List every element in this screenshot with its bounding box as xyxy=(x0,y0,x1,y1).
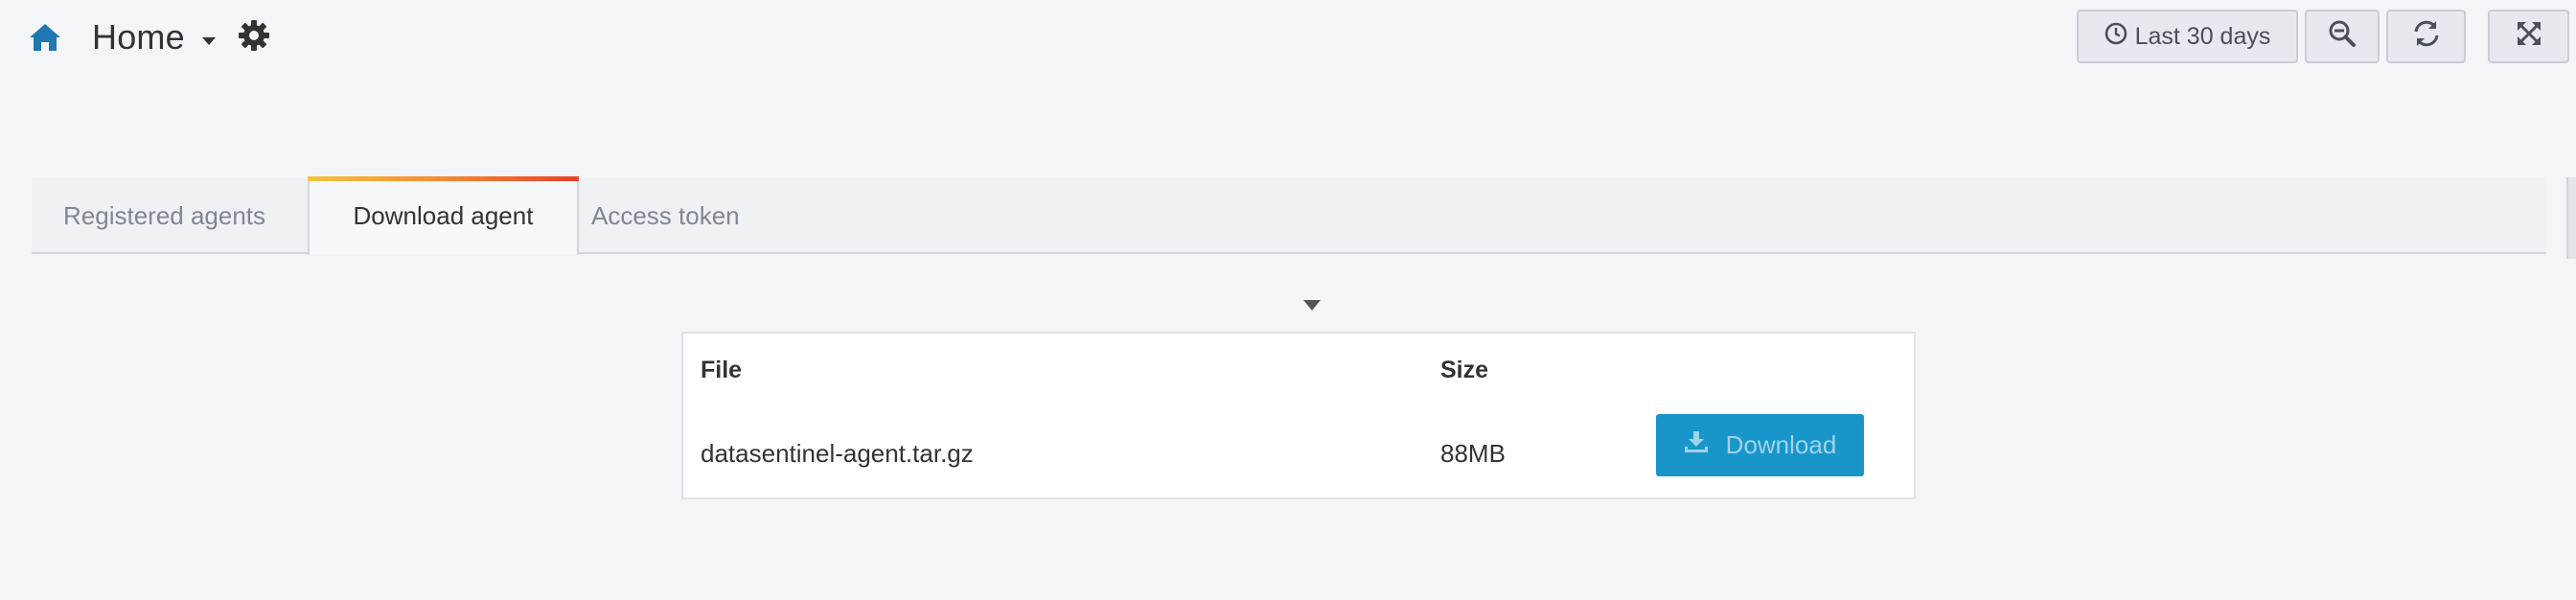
zoom-out-button[interactable] xyxy=(2305,10,2380,63)
side-panel-edge xyxy=(2566,177,2576,259)
collapse-caret-icon[interactable] xyxy=(1303,299,1321,316)
tab-download-agent[interactable]: Download agent xyxy=(308,176,579,255)
column-header-file: File xyxy=(701,357,743,383)
dashboard-title[interactable]: Home xyxy=(92,17,185,58)
time-range-button[interactable]: Last 30 days xyxy=(2077,10,2298,63)
tab-registered-agents[interactable]: Registered agents xyxy=(63,177,265,254)
tab-access-token[interactable]: Access token xyxy=(591,177,740,254)
download-button-label: Download xyxy=(1725,430,1837,459)
download-icon xyxy=(1684,430,1709,460)
time-range-label: Last 30 days xyxy=(2134,22,2271,50)
file-name-cell: datasentinel-agent.tar.gz xyxy=(701,439,974,468)
expand-icon xyxy=(2515,19,2543,55)
file-size-cell: 88MB xyxy=(1440,439,1506,468)
download-button[interactable]: Download xyxy=(1656,414,1864,476)
agent-tabs: Registered agents Download agent Access … xyxy=(32,176,2546,255)
caret-down-icon[interactable] xyxy=(201,34,216,51)
home-icon[interactable] xyxy=(29,23,61,52)
clock-icon xyxy=(2104,22,2128,52)
refresh-icon xyxy=(2412,19,2441,55)
dashboard-header: Home xyxy=(29,13,269,61)
download-table: File Size datasentinel-agent.tar.gz 88MB… xyxy=(681,332,1916,499)
gear-icon[interactable] xyxy=(238,19,269,56)
zoom-out-icon xyxy=(2328,19,2357,55)
column-header-size: Size xyxy=(1440,357,1489,383)
dashboard-page: Home Last 30 days Registered agents Down… xyxy=(0,0,2576,600)
refresh-button[interactable] xyxy=(2386,10,2466,63)
kiosk-mode-button[interactable] xyxy=(2488,10,2569,63)
